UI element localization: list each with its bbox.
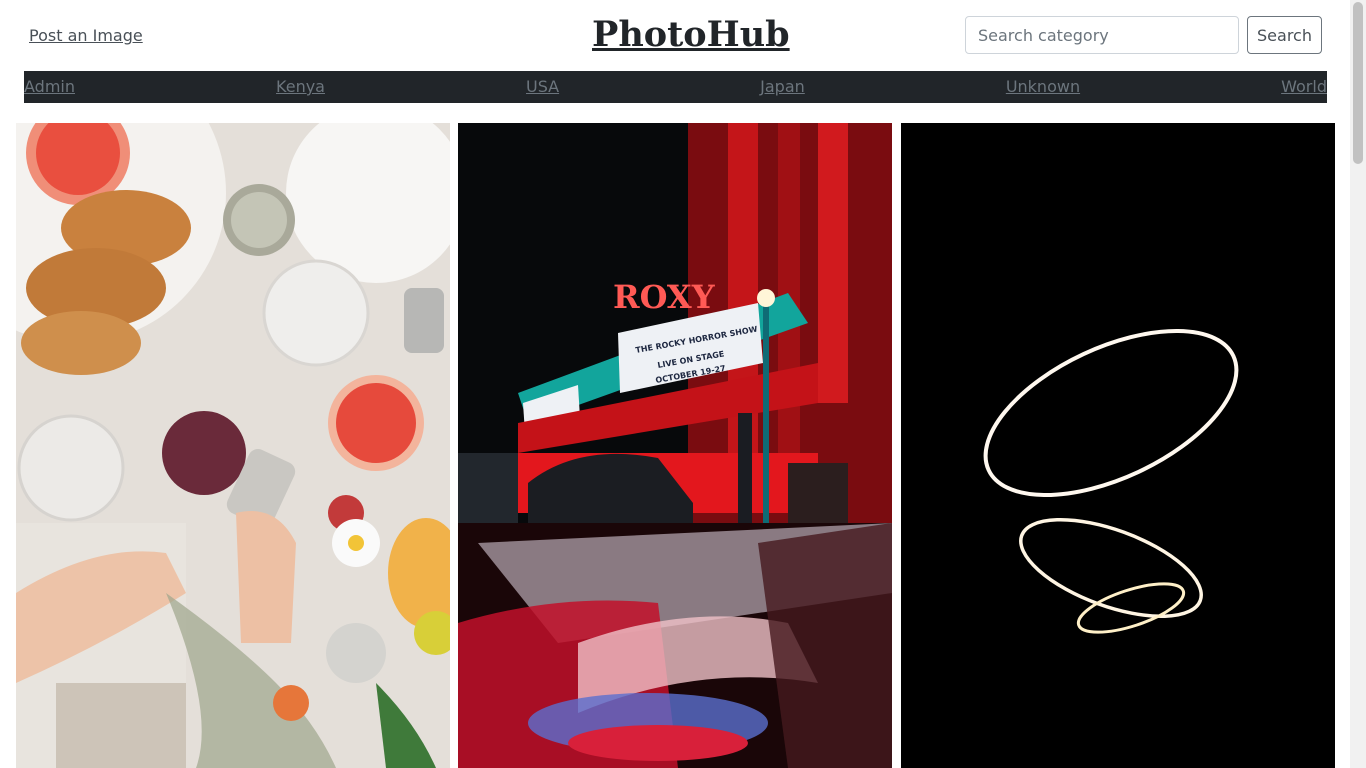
- nav-item-unknown[interactable]: Unknown: [1006, 71, 1080, 103]
- roxy-sign: ROXY: [613, 278, 716, 316]
- search-category-input[interactable]: [965, 16, 1239, 54]
- roxy-illustration: ROXY THE ROCKY HORROR SHOW LIVE ON STAGE…: [458, 123, 892, 768]
- nav-item-world[interactable]: World: [1281, 71, 1327, 103]
- nav-item-admin[interactable]: Admin: [24, 71, 75, 103]
- page-scrollbar[interactable]: [1350, 0, 1366, 768]
- roxy-theater-photo[interactable]: ROXY THE ROCKY HORROR SHOW LIVE ON STAGE…: [458, 123, 892, 768]
- category-nav: Admin Kenya USA Japan Unknown World: [24, 71, 1327, 103]
- breakfast-table-photo[interactable]: [16, 123, 450, 768]
- breakfast-illustration: [16, 123, 450, 768]
- light-rings-photo[interactable]: [901, 123, 1335, 768]
- post-image-link[interactable]: Post an Image: [29, 26, 143, 45]
- nav-item-usa[interactable]: USA: [526, 71, 559, 103]
- site-logo[interactable]: PhotoHub: [592, 14, 790, 55]
- image-gallery: ROXY THE ROCKY HORROR SHOW LIVE ON STAGE…: [16, 123, 1335, 768]
- search-button[interactable]: Search: [1247, 16, 1322, 54]
- header: Post an Image PhotoHub Search: [0, 0, 1350, 70]
- nav-item-japan[interactable]: Japan: [760, 71, 805, 103]
- light-rings-illustration: [901, 123, 1335, 768]
- scrollbar-thumb[interactable]: [1353, 2, 1363, 164]
- nav-item-kenya[interactable]: Kenya: [276, 71, 325, 103]
